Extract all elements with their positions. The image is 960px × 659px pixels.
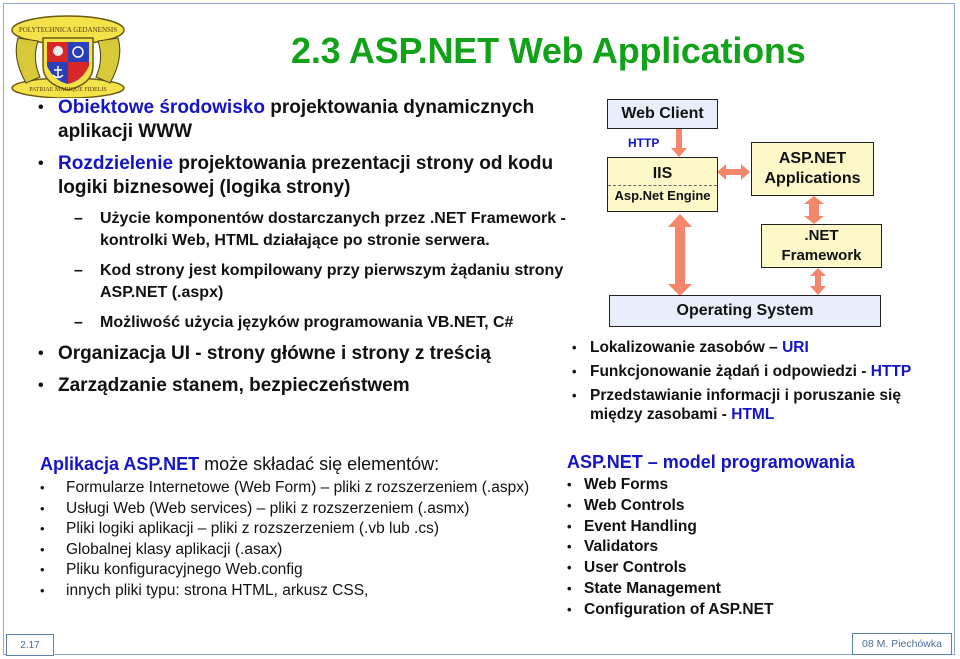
app-element-item: Pliki logiki aplikacji – pliki z rozszer… [40,519,540,540]
model-item: User Controls [567,558,947,579]
slide-number: 2.17 [6,634,54,656]
model-item: State Management [567,579,947,600]
asp-net-apps-box: ASP.NET Applications [751,142,874,196]
os-label: Operating System [676,302,814,319]
concept-text: Funkcjonowanie żądań i odpowiedzi - [590,363,871,380]
concept-highlight: HTTP [870,363,912,380]
app-elements-heading: Aplikacja ASP.NET może składać się eleme… [40,453,540,475]
programming-model-heading: ASP.NET – model programowania [567,452,855,472]
iis-box: IIS Asp.Net Engine [607,157,718,212]
framework-label-2: Framework [781,247,862,264]
bullet-highlight: Rozdzielenie [58,153,174,174]
arrow-iis-os [668,214,692,296]
sub-bullet: Użycie komponentów dostarczanych przez .… [38,208,578,252]
framework-label-1: .NET [804,227,839,244]
web-concepts-list: Lokalizowanie zasobów – URI Funkcjonowan… [572,338,957,429]
concept-text: Lokalizowanie zasobów – [590,339,783,356]
heading-text: może składać się elementów: [199,454,440,474]
model-item: Event Handling [567,517,947,538]
university-crest-icon: POLYTECHNICA GEDANENSIS PATRIAE MARIQUE … [11,15,125,98]
architecture-diagram: Web Client HTTP IIS Asp.Net Engine ASP.N… [600,90,900,330]
app-element-item: Pliku konfiguracyjnego Web.config [40,560,540,581]
model-item: Web Controls [567,496,947,517]
concept-html: Przedstawianie informacji i poruszanie s… [572,386,957,424]
app-element-item: Usługi Web (Web services) – pliki z rozs… [40,499,540,520]
app-elements-section: Aplikacja ASP.NET może składać się eleme… [40,453,540,601]
concept-highlight: HTML [731,406,775,423]
concept-highlight: URI [782,339,809,356]
bullet-state-management: Zarządzanie stanem, bezpieczeństwem [38,374,578,398]
slide-title: 2.3 ASP.NET Web Applications [291,30,806,71]
app-element-item: Globalnej klasy aplikacji (.asax) [40,540,540,561]
model-item: Validators [567,537,947,558]
http-label: HTTP [628,136,660,150]
left-bullets: Obiektowe środowisko projektowania dynam… [38,96,578,406]
operating-system-box: Operating System [609,295,881,327]
arrow-framework-os [810,268,826,295]
engine-label: Asp.Net Engine [614,188,711,203]
model-item: Configuration of ASP.NET [567,600,947,621]
asp-apps-label-1: ASP.NET [778,150,847,167]
bullet-object-environment: Obiektowe środowisko projektowania dynam… [38,96,578,144]
author-label: 08 M. Piechówka [852,633,952,655]
app-element-item: Formularze Internetowe (Web Form) – plik… [40,478,540,499]
sub-bullet: Kod strony jest kompilowany przy pierwsz… [38,260,578,304]
arrow-apps-framework [804,196,824,224]
iis-label: IIS [608,163,717,186]
web-client-box: Web Client [607,99,718,129]
programming-model-section: ASP.NET – model programowania Web Forms … [567,451,947,621]
app-element-item: innych pliki typu: strona HTML, arkusz C… [40,581,540,602]
concept-http: Funkcjonowanie żądań i odpowiedzi - HTTP [572,362,957,381]
crest-bottom-text: PATRIAE MARIQUE FIDELIS [29,87,106,93]
arrow-iis-apps [717,164,750,180]
web-client-label: Web Client [621,105,704,122]
crest-top-text: POLYTECHNICA GEDANENSIS [19,26,117,34]
net-framework-box: .NET Framework [761,224,882,268]
model-item: Web Forms [567,475,947,496]
asp-apps-label-2: Applications [764,170,861,187]
sub-bullet: Możliwość użycia języków programowania V… [38,312,578,334]
concept-uri: Lokalizowanie zasobów – URI [572,338,957,357]
bullet-ui-organization: Organizacja UI - strony główne i strony … [38,342,578,366]
heading-highlight: Aplikacja ASP.NET [40,454,200,474]
bullet-highlight: Obiektowe środowisko [58,97,265,118]
bullet-separation: Rozdzielenie projektowania prezentacji s… [38,152,578,200]
